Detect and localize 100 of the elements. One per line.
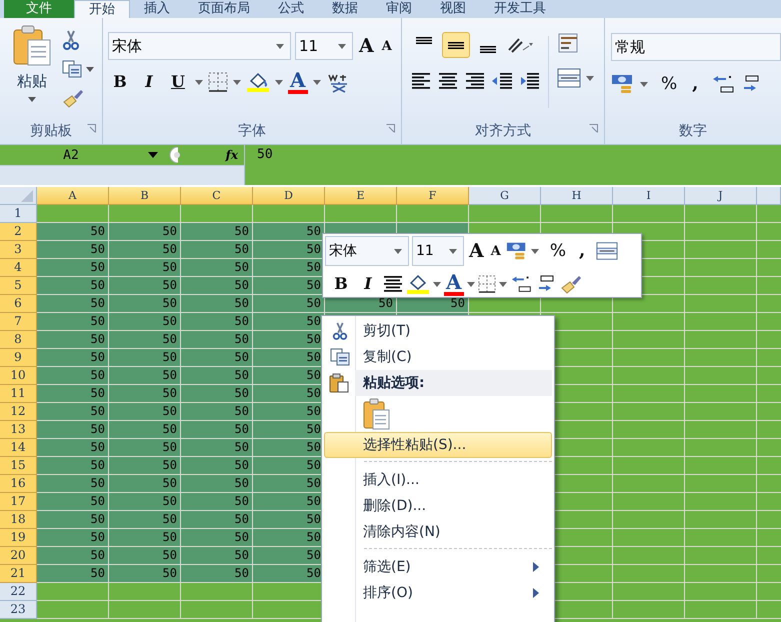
- font-size-dropdown[interactable]: 11: [294, 32, 353, 60]
- row-header[interactable]: 16: [0, 475, 37, 493]
- row-header[interactable]: 3: [0, 241, 37, 259]
- row-header[interactable]: 2: [0, 223, 37, 241]
- table-cell: 50: [253, 259, 325, 277]
- column-header[interactable]: I: [613, 187, 685, 205]
- table-cell: 50: [253, 223, 325, 241]
- table-cell: 50: [181, 295, 253, 313]
- row-header[interactable]: 5: [0, 277, 37, 295]
- column-header[interactable]: D: [253, 187, 325, 205]
- row-header[interactable]: 6: [0, 295, 37, 313]
- column-header[interactable]: A: [37, 187, 109, 205]
- name-box[interactable]: A2: [0, 148, 142, 162]
- table-cell: 50: [181, 313, 253, 331]
- table-cell: 50: [181, 349, 253, 367]
- font-size-dropdown[interactable]: 11: [412, 236, 464, 266]
- ribbon-tab[interactable]: 页面布局: [184, 0, 264, 18]
- row-header[interactable]: 4: [0, 259, 37, 277]
- row-header[interactable]: 14: [0, 439, 37, 457]
- table-cell: 50: [109, 421, 181, 439]
- number-format-dropdown[interactable]: 常规: [611, 33, 781, 61]
- column-header[interactable]: C: [181, 187, 253, 205]
- bold-button[interactable]: B: [329, 276, 353, 292]
- menu-item[interactable]: 删除(D)...: [324, 493, 552, 519]
- row-header[interactable]: 23: [0, 601, 37, 619]
- font-color-button[interactable]: A: [444, 272, 464, 296]
- italic-button[interactable]: I: [356, 276, 380, 292]
- font-color-button[interactable]: A: [288, 70, 308, 94]
- row-header[interactable]: 1: [0, 205, 37, 223]
- grow-font-button[interactable]: A: [467, 242, 486, 260]
- row-header[interactable]: 15: [0, 457, 37, 475]
- table-cell: 50: [109, 547, 181, 565]
- formula-input[interactable]: 50: [245, 145, 781, 185]
- row-header[interactable]: 19: [0, 529, 37, 547]
- row-header[interactable]: 7: [0, 313, 37, 331]
- row-header[interactable]: 18: [0, 511, 37, 529]
- row-header[interactable]: 22: [0, 583, 37, 601]
- menu-item[interactable]: 选择性粘贴(S)...: [324, 432, 552, 458]
- menu-item[interactable]: 清除内容(N): [324, 519, 552, 545]
- column-header[interactable]: B: [109, 187, 181, 205]
- table-cell: 50: [37, 511, 109, 529]
- column-header[interactable]: G: [469, 187, 541, 205]
- insert-function-button[interactable]: fx: [226, 148, 238, 162]
- ribbon-tab[interactable]: 视图: [426, 0, 480, 18]
- ribbon-tab[interactable]: 开发工具: [480, 0, 560, 18]
- font-style-button[interactable]: B: [108, 74, 132, 90]
- table-cell: 50: [109, 565, 181, 583]
- table-cell: 50: [181, 529, 253, 547]
- ribbon-tab[interactable]: 开始: [74, 0, 130, 18]
- row-header[interactable]: 20: [0, 547, 37, 565]
- percent-button[interactable]: %: [659, 76, 680, 92]
- comma-button[interactable]: ,: [577, 242, 588, 260]
- font-name-dropdown[interactable]: 宋体: [325, 236, 409, 266]
- table-cell: 50: [37, 385, 109, 403]
- ribbon-tab[interactable]: 文件: [4, 0, 74, 18]
- row-header[interactable]: 17: [0, 493, 37, 511]
- row-header[interactable]: 10: [0, 367, 37, 385]
- row-header[interactable]: 11: [0, 385, 37, 403]
- menu-item[interactable]: 复制(C): [324, 344, 552, 370]
- shrink-font-button[interactable]: A: [488, 244, 503, 258]
- table-cell: 50: [37, 457, 109, 475]
- comma-button[interactable]: ,: [690, 75, 700, 93]
- table-cell: 50: [181, 457, 253, 475]
- table-cell: 50: [37, 349, 109, 367]
- row-header[interactable]: 8: [0, 331, 37, 349]
- table-cell: 50: [253, 313, 325, 331]
- table-cell: 50: [37, 223, 109, 241]
- row-header[interactable]: 13: [0, 421, 37, 439]
- row-header[interactable]: 12: [0, 403, 37, 421]
- ribbon-tab[interactable]: 插入: [130, 0, 184, 18]
- column-header[interactable]: J: [685, 187, 757, 205]
- paste-button[interactable]: 粘贴: [12, 24, 52, 118]
- font-name-dropdown[interactable]: 宋体: [108, 32, 291, 60]
- group-label: 字体: [238, 122, 266, 140]
- column-header[interactable]: F: [397, 187, 469, 205]
- menu-item[interactable]: 剪切(T): [324, 318, 552, 344]
- table-cell: 50: [181, 277, 253, 295]
- table-cell: 50: [37, 493, 109, 511]
- column-header[interactable]: H: [541, 187, 613, 205]
- menu-item[interactable]: 筛选(E): [324, 554, 552, 580]
- shrink-font-button[interactable]: A: [380, 40, 394, 52]
- font-style-button[interactable]: U: [166, 74, 190, 90]
- table-cell: 50: [109, 277, 181, 295]
- table-cell: 50: [109, 223, 181, 241]
- ribbon-tab[interactable]: 公式: [264, 0, 318, 18]
- percent-button[interactable]: %: [548, 242, 568, 260]
- ribbon-tab[interactable]: 数据: [318, 0, 372, 18]
- row-header[interactable]: 9: [0, 349, 37, 367]
- grow-font-button[interactable]: A: [356, 36, 376, 56]
- table-cell: 50: [109, 475, 181, 493]
- menu-item[interactable]: 排序(O): [324, 580, 552, 606]
- table-cell: 50: [37, 331, 109, 349]
- ribbon-tab[interactable]: 审阅: [372, 0, 426, 18]
- table-cell: 50: [109, 331, 181, 349]
- font-style-button[interactable]: I: [136, 74, 161, 90]
- column-header[interactable]: E: [325, 187, 397, 205]
- table-cell: 50: [37, 259, 109, 277]
- table-cell: 50: [253, 277, 325, 295]
- row-header[interactable]: 21: [0, 565, 37, 583]
- menu-item[interactable]: 插入(I)...: [324, 467, 552, 493]
